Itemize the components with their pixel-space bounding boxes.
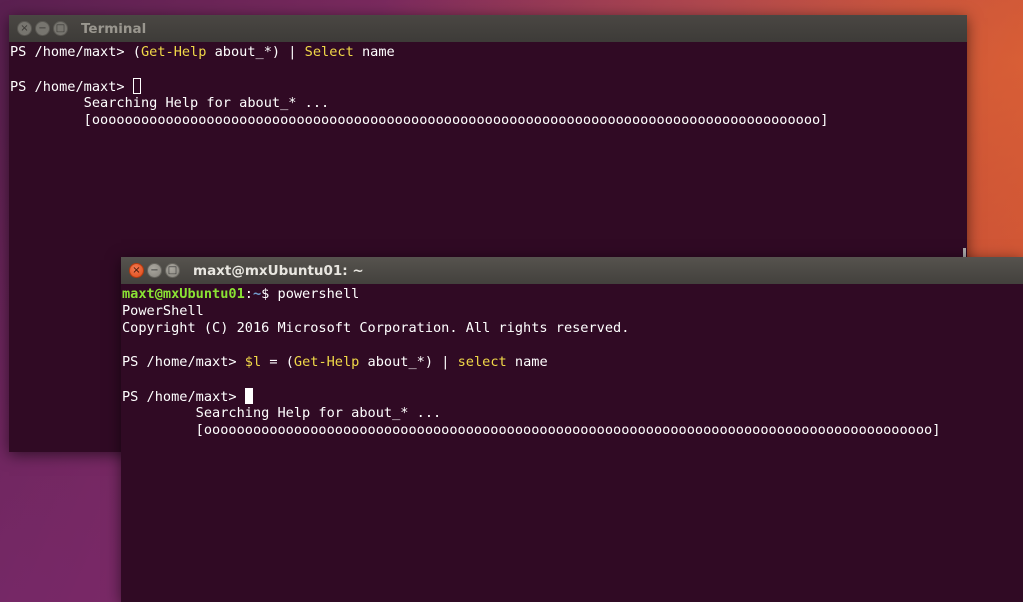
terminal-line: PS /home/maxt> $l = (Get-Help about_*) |… xyxy=(122,354,1023,371)
terminal-line: Copyright (C) 2016 Microsoft Corporation… xyxy=(122,320,1023,337)
terminal-text: name xyxy=(506,354,548,370)
text-cursor xyxy=(132,78,141,94)
terminal-text: Select xyxy=(304,44,354,60)
terminal-text: PS /home/maxt> xyxy=(10,79,133,95)
terminal-text: PS /home/maxt> xyxy=(10,44,133,60)
terminal-output[interactable]: maxt@mxUbuntu01:~$ powershell PowerShell C… xyxy=(121,284,1023,439)
terminal-text: Get-Help xyxy=(140,44,207,60)
terminal-text: Get-Help xyxy=(293,354,360,370)
terminal-window-foreground[interactable]: × − □ maxt@mxUbuntu01: ~ maxt@mxUbuntu01… xyxy=(121,257,1023,602)
terminal-text: [ooooooooooooooooooooooooooooooooooooooo… xyxy=(122,422,941,438)
terminal-line: [ooooooooooooooooooooooooooooooooooooooo… xyxy=(10,112,967,129)
text-cursor xyxy=(244,388,253,404)
terminal-text: [ooooooooooooooooooooooooooooooooooooooo… xyxy=(10,112,829,128)
titlebar[interactable]: × − □ maxt@mxUbuntu01: ~ xyxy=(121,257,1023,284)
terminal-text: maxt@mxUbuntu01 xyxy=(122,286,245,302)
close-icon[interactable]: × xyxy=(17,21,32,36)
terminal-line: Searching Help for about_* ... xyxy=(10,95,967,112)
terminal-line: maxt@mxUbuntu01:~$ powershell xyxy=(122,286,1023,303)
terminal-text: PS /home/maxt> xyxy=(122,354,245,370)
terminal-line: Searching Help for about_* ... xyxy=(122,405,1023,422)
terminal-output[interactable]: PS /home/maxt> (Get-Help about_*) | Sele… xyxy=(9,42,967,129)
terminal-line: PS /home/maxt> xyxy=(122,388,1023,405)
terminal-text: about_*) | xyxy=(206,44,305,60)
minimize-icon[interactable]: − xyxy=(35,21,50,36)
terminal-text: = ( xyxy=(261,354,294,370)
terminal-text: ~ xyxy=(252,286,262,302)
titlebar[interactable]: × − □ Terminal xyxy=(9,15,967,42)
terminal-line: [ooooooooooooooooooooooooooooooooooooooo… xyxy=(122,422,1023,439)
terminal-text: Copyright (C) 2016 Microsoft Corporation… xyxy=(122,320,630,336)
minimize-icon[interactable]: − xyxy=(147,263,162,278)
terminal-text: select xyxy=(457,354,507,370)
terminal-line: PS /home/maxt> (Get-Help about_*) | Sele… xyxy=(10,44,967,61)
close-icon[interactable]: × xyxy=(129,263,144,278)
terminal-text: $l xyxy=(244,354,262,370)
terminal-text: about_*) | xyxy=(359,354,458,370)
terminal-text: Searching Help for about_* ... xyxy=(122,405,442,421)
window-title: maxt@mxUbuntu01: ~ xyxy=(193,262,364,279)
terminal-text: PowerShell xyxy=(122,303,204,319)
terminal-text: $ powershell xyxy=(261,286,360,302)
terminal-text: PS /home/maxt> xyxy=(122,389,245,405)
terminal-text: Searching Help for about_* ... xyxy=(10,95,330,111)
terminal-text: ( xyxy=(132,44,141,60)
window-title: Terminal xyxy=(81,20,147,37)
terminal-line: PowerShell xyxy=(122,303,1023,320)
maximize-icon[interactable]: □ xyxy=(165,263,180,278)
terminal-line: PS /home/maxt> xyxy=(10,78,967,95)
maximize-icon[interactable]: □ xyxy=(53,21,68,36)
terminal-text: name xyxy=(353,44,395,60)
terminal-text: : xyxy=(244,286,253,302)
